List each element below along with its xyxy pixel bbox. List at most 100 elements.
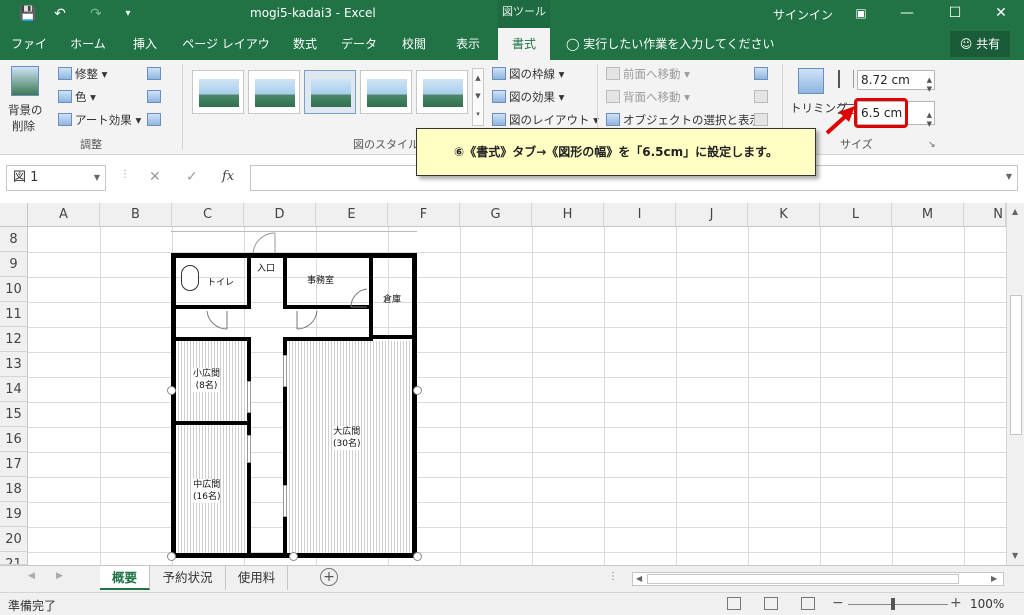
row-header[interactable]: 15 (0, 402, 28, 427)
vertical-scrollbar[interactable]: ▲ ▼ (1006, 203, 1024, 565)
row-header[interactable]: 19 (0, 502, 28, 527)
ribbon-display-icon[interactable]: ▣ (838, 0, 884, 28)
redo-icon[interactable]: ↷ (86, 4, 106, 24)
picture-style-2[interactable] (248, 70, 300, 114)
row-header[interactable]: 12 (0, 327, 28, 352)
signin-link[interactable]: サインイン (773, 6, 833, 23)
gallery-scroll[interactable]: ▲ ▼ ▾ (472, 68, 484, 126)
floor-plan-picture[interactable]: トイレ 入口 事務室 倉庫 小広間 (8名) 大広間 (30名) 中広間 (16名) (167, 231, 422, 561)
row-header[interactable]: 20 (0, 527, 28, 552)
zoom-slider[interactable] (848, 604, 948, 605)
column-header[interactable]: A (28, 203, 100, 227)
rotate-icon[interactable] (754, 113, 768, 126)
bring-forward-button[interactable]: 前面へ移動 ▾ (606, 66, 690, 82)
worksheet-grid[interactable]: A B C D E F G H I J K L M N 8 9 10 11 12… (0, 203, 1024, 565)
send-backward-button[interactable]: 背面へ移動 ▾ (606, 89, 690, 105)
group-objects-icon[interactable] (754, 90, 768, 103)
insert-function-icon[interactable]: fx (222, 169, 234, 184)
normal-view-icon[interactable] (727, 597, 741, 610)
picture-style-3[interactable] (304, 70, 356, 114)
scroll-down-icon[interactable]: ▼ (1012, 551, 1018, 560)
sheet-tab-overview[interactable]: 概要 (100, 566, 150, 590)
zoom-level[interactable]: 100% (970, 597, 1004, 611)
column-header[interactable]: N (964, 203, 1006, 227)
column-header[interactable]: J (676, 203, 748, 227)
column-header[interactable]: F (388, 203, 460, 227)
scroll-right-icon[interactable]: ▶ (991, 574, 997, 583)
picture-style-4[interactable] (360, 70, 412, 114)
name-box-dropdown-icon[interactable]: ▼ (94, 166, 100, 190)
tab-data[interactable]: データ (336, 28, 382, 60)
share-button[interactable]: ☺ 共有 (950, 31, 1010, 57)
picture-effects-button[interactable]: 図の効果 ▾ (492, 89, 564, 105)
picture-style-5[interactable] (416, 70, 468, 114)
reset-picture-icon[interactable] (147, 113, 161, 126)
scroll-up-icon[interactable]: ▲ (1012, 207, 1018, 216)
row-header[interactable]: 14 (0, 377, 28, 402)
selection-pane-button[interactable]: オブジェクトの選択と表示 (606, 112, 761, 128)
tab-formulas[interactable]: 数式 (284, 28, 326, 60)
split-grip-icon[interactable]: ⋮ (608, 571, 618, 582)
sheet-tab-reservations[interactable]: 予約状況 (150, 566, 226, 590)
remove-background-button[interactable]: 背景の 削除 (4, 64, 46, 134)
artistic-effects-button[interactable]: アート効果 ▾ (58, 112, 141, 128)
picture-border-button[interactable]: 図の枠線 ▾ (492, 66, 564, 82)
color-button[interactable]: 色 ▾ (58, 89, 96, 105)
column-header[interactable]: B (100, 203, 172, 227)
shape-height-input[interactable]: 8.72 cm ▲ ▼ (857, 70, 935, 93)
picture-style-1[interactable] (192, 70, 244, 114)
save-icon[interactable]: 💾 (18, 4, 38, 24)
tab-insert[interactable]: 挿入 (124, 28, 166, 60)
scroll-left-icon[interactable]: ◀ (636, 574, 642, 583)
row-header[interactable]: 13 (0, 352, 28, 377)
zoom-in-icon[interactable]: + (950, 595, 962, 611)
expand-formula-icon[interactable]: ▼ (1006, 172, 1012, 181)
page-break-view-icon[interactable] (801, 597, 815, 610)
resize-handle[interactable] (289, 552, 298, 561)
size-dialog-launcher-icon[interactable]: ↘ (928, 140, 936, 150)
resize-handle[interactable] (167, 552, 176, 561)
sheet-next-icon[interactable]: ▶ (56, 571, 63, 581)
cancel-icon[interactable]: ✕ (149, 169, 161, 185)
enter-icon[interactable]: ✓ (186, 169, 198, 185)
row-header[interactable]: 9 (0, 252, 28, 277)
column-header[interactable]: C (172, 203, 244, 227)
picture-layout-button[interactable]: 図のレイアウト ▾ (492, 112, 599, 128)
align-icon[interactable] (754, 67, 768, 80)
row-header[interactable]: 11 (0, 302, 28, 327)
row-header[interactable]: 18 (0, 477, 28, 502)
row-header[interactable]: 16 (0, 427, 28, 452)
column-header[interactable]: G (460, 203, 532, 227)
row-header[interactable]: 21 (0, 552, 28, 565)
tab-view[interactable]: 表示 (446, 28, 490, 60)
tab-home[interactable]: ホーム (64, 28, 112, 60)
row-header[interactable]: 8 (0, 227, 28, 252)
customize-toolbar-icon[interactable]: ▾ (118, 4, 138, 24)
name-box[interactable]: 図 1 ▼ (6, 165, 106, 191)
compress-icon[interactable] (147, 67, 161, 80)
sheet-prev-icon[interactable]: ◀ (28, 571, 35, 581)
tab-format[interactable]: 書式 (498, 28, 550, 60)
undo-icon[interactable]: ↶ (50, 4, 70, 24)
tab-file[interactable]: ファイル (6, 28, 52, 83)
column-header[interactable]: E (316, 203, 388, 227)
tell-me-search[interactable]: ◯ 実行したい作業を入力してください (566, 28, 775, 60)
minimize-icon[interactable]: — (884, 0, 930, 28)
corrections-button[interactable]: 修整 ▾ (58, 66, 107, 82)
resize-handle[interactable] (413, 552, 422, 561)
change-picture-icon[interactable] (147, 90, 161, 103)
select-all-corner[interactable] (0, 203, 28, 227)
sheet-tab-fees[interactable]: 使用料 (226, 566, 288, 590)
close-icon[interactable]: ✕ (978, 0, 1024, 28)
zoom-slider-knob[interactable] (891, 598, 895, 610)
column-header[interactable]: I (604, 203, 676, 227)
column-header[interactable]: L (820, 203, 892, 227)
resize-handle[interactable] (167, 386, 176, 395)
column-header[interactable]: M (892, 203, 964, 227)
row-header[interactable]: 10 (0, 277, 28, 302)
column-header[interactable]: H (532, 203, 604, 227)
horizontal-scrollbar[interactable]: ◀ ▶ (632, 572, 1004, 586)
column-header[interactable]: K (748, 203, 820, 227)
zoom-out-icon[interactable]: − (832, 595, 844, 611)
horizontal-scroll-thumb[interactable] (647, 574, 959, 584)
